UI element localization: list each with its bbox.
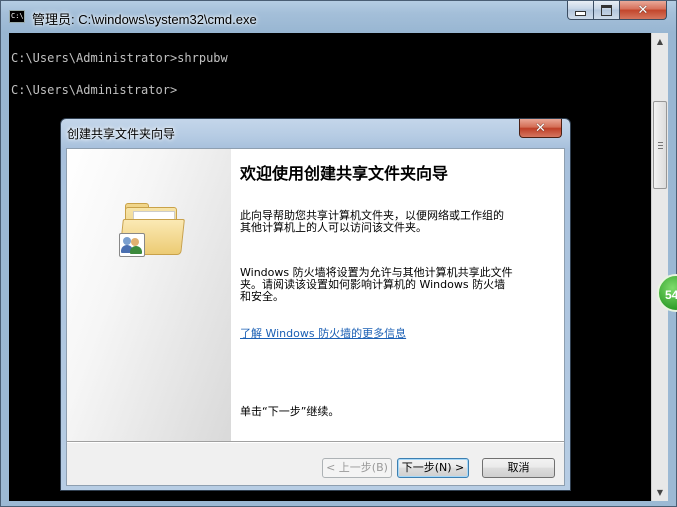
users-icon: [119, 233, 145, 257]
grip-line: [658, 142, 663, 143]
wizard-title: 创建共享文件夹向导: [67, 127, 176, 141]
shared-folder-icon: [119, 203, 185, 259]
scrollbar-thumb[interactable]: [653, 101, 667, 189]
console-line: C:\Users\Administrator>: [11, 83, 178, 97]
button-separator: [67, 441, 564, 442]
grip-line: [658, 145, 663, 146]
intro-line: 其他计算机上的人可以访问该文件夹。: [240, 221, 427, 234]
cmd-window-title: 管理员: C:\windows\system32\cmd.exe: [32, 12, 257, 27]
back-button[interactable]: < 上一步(B): [322, 458, 392, 478]
close-icon: ✕: [535, 120, 546, 136]
maximize-button[interactable]: [594, 1, 620, 20]
console-line: C:\Users\Administrator>shrpubw: [11, 51, 228, 65]
scroll-up-arrow-icon[interactable]: ▲: [652, 33, 668, 50]
continue-instruction: 单击“下一步”继续。: [240, 405, 340, 418]
wizard-heading: 欢迎使用创建共享文件夹向导: [240, 164, 449, 183]
close-icon: ✕: [637, 2, 649, 18]
caption-buttons: ✕: [567, 1, 667, 20]
firewall-info-link[interactable]: 了解 Windows 防火墙的更多信息: [240, 325, 406, 341]
close-button[interactable]: ✕: [620, 1, 667, 20]
minimize-button[interactable]: [567, 1, 594, 20]
maximize-icon: [601, 4, 612, 16]
user-head: [131, 238, 139, 246]
wizard-side-panel: [67, 149, 231, 441]
cancel-button[interactable]: 取消: [482, 458, 555, 478]
wizard-close-button[interactable]: ✕: [519, 119, 562, 138]
scroll-down-arrow-icon[interactable]: ▼: [652, 484, 668, 501]
user-head: [123, 237, 131, 245]
grip-line: [658, 148, 663, 149]
firewall-note-line: 夹。请阅读该设置如何影响计算机的 Windows 防火墙: [240, 278, 506, 291]
firewall-note-line: 和安全。: [240, 290, 284, 303]
user-body: [130, 246, 142, 254]
wizard-body: 欢迎使用创建共享文件夹向导 此向导帮助您共享计算机文件夹，以便网络或工作组的 其…: [66, 148, 565, 486]
minimize-icon: [575, 11, 586, 16]
cmd-app-icon[interactable]: C:\: [9, 10, 25, 23]
vertical-scrollbar[interactable]: ▲ ▼: [651, 33, 668, 501]
next-button[interactable]: 下一步(N) >: [397, 458, 469, 478]
wizard-content: 欢迎使用创建共享文件夹向导 此向导帮助您共享计算机文件夹，以便网络或工作组的 其…: [231, 149, 564, 441]
share-folder-wizard-dialog: 创建共享文件夹向导 ✕ 欢迎使用创建共享文件夹向导 此向导帮助您共享计算机文件夹…: [60, 118, 571, 491]
